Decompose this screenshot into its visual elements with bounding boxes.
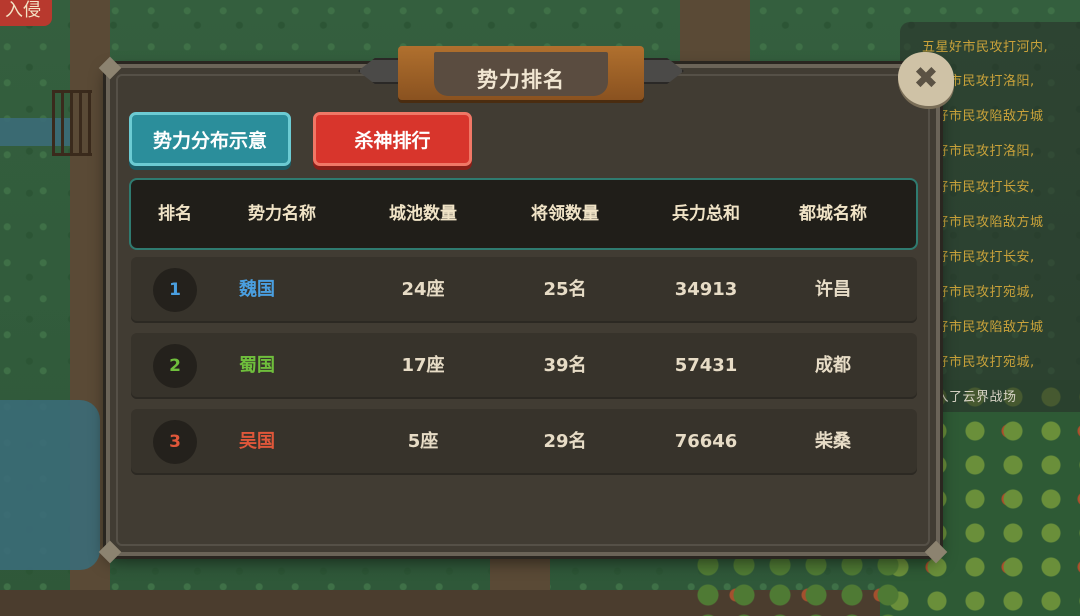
map-forest	[690, 550, 910, 616]
col-header-cities: 城池数量	[389, 204, 457, 224]
ranking-row[interactable]: 3 吴国 5座 29名 76646 柴桑	[131, 409, 917, 475]
kill-ranking-label: 杀神排行	[354, 129, 431, 152]
capital-name: 柴桑	[815, 431, 851, 452]
city-count: 17座	[401, 355, 445, 376]
faction-name: 魏国	[239, 279, 275, 300]
city-count: 5座	[407, 431, 439, 452]
kill-ranking-button[interactable]: 杀神排行	[313, 112, 472, 166]
general-count: 29名	[543, 431, 587, 452]
map-road	[680, 0, 750, 70]
faction-name: 蜀国	[239, 355, 275, 376]
troop-total: 76646	[674, 431, 738, 452]
ranking-row[interactable]: 2 蜀国 17座 39名 57431 成都	[131, 333, 917, 399]
dialog-title: 势力排名	[477, 68, 565, 92]
general-count: 25名	[543, 279, 587, 300]
map-fence	[52, 90, 92, 156]
faction-distribution-button[interactable]: 势力分布示意	[129, 112, 291, 166]
invasion-button[interactable]: 入侵	[0, 0, 52, 26]
map-water	[0, 400, 100, 570]
capital-name: 成都	[815, 355, 851, 376]
capital-name: 许昌	[815, 279, 851, 300]
col-header-rank: 排名	[158, 204, 192, 224]
col-header-faction: 势力名称	[248, 204, 316, 224]
chat-line: 瞳好市民攻陷敌方城	[922, 215, 1044, 230]
col-header-generals: 将领数量	[531, 204, 599, 224]
dialog-title-banner: 势力排名	[358, 46, 684, 102]
troop-total: 57431	[674, 355, 738, 376]
troop-total: 34913	[674, 279, 738, 300]
close-button[interactable]: ✖	[898, 52, 954, 106]
chat-line: 五星好市民攻打河内,	[922, 40, 1049, 55]
rank-badge: 3	[153, 420, 197, 464]
rank-badge: 1	[153, 268, 197, 312]
city-count: 24座	[401, 279, 445, 300]
chat-line: 瞳好市民攻陷敌方城	[922, 320, 1044, 335]
general-count: 39名	[543, 355, 587, 376]
faction-distribution-label: 势力分布示意	[152, 129, 267, 152]
ranking-row[interactable]: 1 魏国 24座 25名 34913 许昌	[131, 257, 917, 323]
faction-name: 吴国	[239, 431, 275, 452]
col-header-troops: 兵力总和	[672, 204, 740, 224]
invasion-button-label: 入侵	[5, 0, 41, 21]
col-header-capital: 都城名称	[799, 204, 867, 224]
close-icon: ✖	[913, 61, 939, 96]
rank-badge: 2	[153, 344, 197, 388]
chat-line: 瞳好市民攻陷敌方城	[922, 109, 1044, 124]
ranking-table-header: 排名 势力名称 城池数量 将领数量 兵力总和 都城名称	[129, 178, 918, 250]
